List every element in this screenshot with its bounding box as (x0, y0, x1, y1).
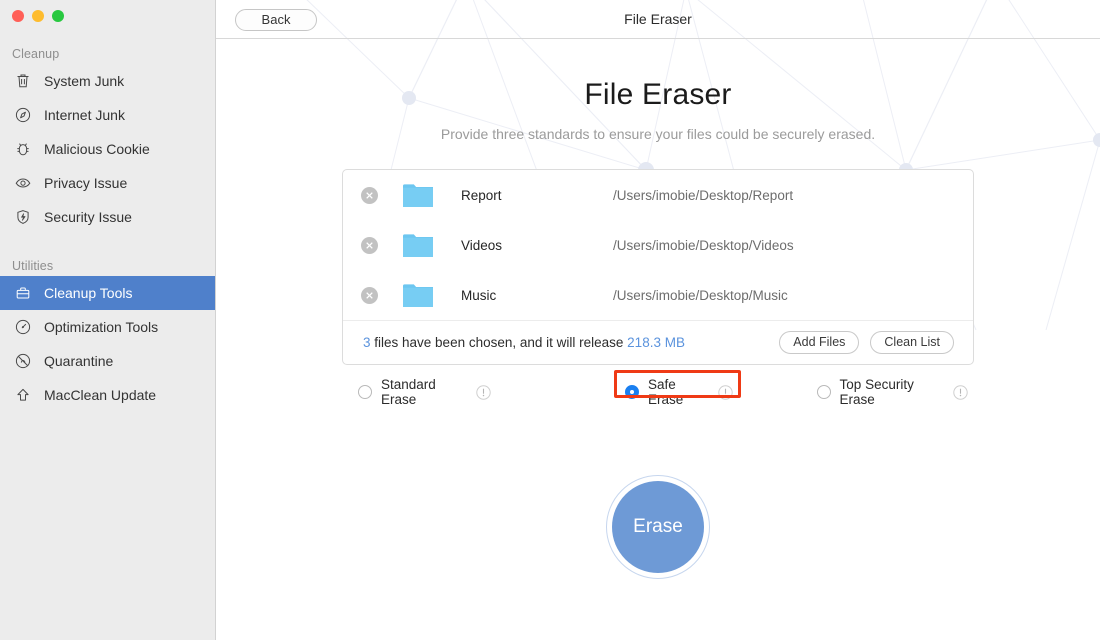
sidebar: Cleanup System Junk Internet Junk Malici… (0, 0, 216, 640)
eye-icon (14, 174, 32, 192)
status-mid-text: files have been chosen, and it will rele… (370, 335, 628, 350)
sidebar-item-quarantine[interactable]: Quarantine (0, 344, 215, 378)
radio-label: Standard Erase (381, 377, 436, 407)
radio-option-top-security-erase[interactable]: Top Security Erase (811, 373, 974, 411)
sidebar-item-system-junk[interactable]: System Junk (0, 64, 215, 98)
sidebar-item-optimization-tools[interactable]: Optimization Tools (0, 310, 215, 344)
file-name: Report (461, 187, 502, 203)
radio-option-safe-erase[interactable]: Safe Erase (614, 370, 742, 411)
zoom-button[interactable] (52, 10, 64, 22)
sidebar-group-cleanup-label: Cleanup (12, 47, 60, 61)
close-button[interactable] (12, 10, 24, 22)
page-subtitle: Provide three standards to ensure your f… (440, 126, 876, 142)
radio-label: Top Security Erase (839, 377, 914, 407)
radio-button[interactable] (358, 385, 372, 399)
clean-list-button[interactable]: Clean List (870, 331, 954, 354)
window-title: File Eraser (624, 11, 692, 27)
sidebar-item-internet-junk[interactable]: Internet Junk (0, 98, 215, 132)
radio-button[interactable] (625, 385, 640, 399)
folder-icon (403, 234, 433, 257)
info-circle-icon[interactable] (476, 384, 491, 400)
sidebar-item-label: System Junk (44, 73, 125, 89)
sidebar-item-cleanup-tools[interactable]: Cleanup Tools (0, 276, 215, 310)
remove-circle-icon[interactable] (361, 236, 378, 254)
file-path: /Users/imobie/Desktop/Music (613, 287, 788, 303)
sidebar-item-macclean-update[interactable]: MacClean Update (0, 378, 215, 412)
sidebar-group-utilities-label: Utilities (12, 259, 54, 273)
erase-options-row: Standard Erase Safe Erase Top Security E… (342, 370, 974, 407)
info-circle-icon[interactable] (953, 384, 968, 400)
sidebar-item-label: Internet Junk (44, 107, 125, 123)
sidebar-item-label: Quarantine (44, 353, 114, 369)
file-name: Videos (461, 237, 503, 253)
status-text: 3 files have been chosen, and it will re… (363, 335, 768, 350)
bug-icon (14, 140, 32, 158)
table-row[interactable]: Report /Users/imobie/Desktop/Report (343, 170, 973, 220)
file-count: 3 (363, 335, 371, 350)
window-traffic-lights (12, 10, 64, 22)
folder-icon (403, 184, 433, 207)
minimize-button[interactable] (32, 10, 44, 22)
sidebar-item-label: MacClean Update (44, 387, 157, 403)
page-title: File Eraser (584, 78, 732, 111)
file-path: /Users/imobie/Desktop/Videos (613, 237, 794, 253)
sidebar-item-security-issue[interactable]: Security Issue (0, 200, 215, 234)
main-content: Back File Eraser File Eraser Provide thr… (216, 0, 1100, 640)
add-files-button[interactable]: Add Files (779, 331, 860, 354)
sidebar-item-label: Cleanup Tools (44, 285, 133, 301)
remove-circle-icon[interactable] (361, 186, 378, 204)
shield-bolt-icon (14, 208, 32, 226)
file-list-panel: Report /Users/imobie/Desktop/Report Vide… (342, 169, 974, 365)
sidebar-item-label: Privacy Issue (44, 175, 128, 191)
sidebar-item-privacy-issue[interactable]: Privacy Issue (0, 166, 215, 200)
briefcase-icon (14, 284, 32, 302)
radio-label: Safe Erase (648, 377, 684, 407)
app-window: Cleanup System Junk Internet Junk Malici… (0, 0, 1100, 640)
release-size: 218.3 MB (627, 335, 685, 350)
erase-action: Erase (606, 475, 710, 579)
up-arrow-icon (14, 386, 32, 404)
file-panel-footer: 3 files have been chosen, and it will re… (343, 320, 973, 364)
compass-icon (14, 106, 32, 124)
sidebar-item-label: Malicious Cookie (44, 141, 150, 157)
sidebar-item-label: Security Issue (44, 209, 132, 225)
file-name: Music (461, 287, 497, 303)
sidebar-item-malicious-cookie[interactable]: Malicious Cookie (0, 132, 215, 166)
no-entry-icon (14, 352, 32, 370)
table-row[interactable]: Videos /Users/imobie/Desktop/Videos (343, 220, 973, 270)
folder-icon (403, 284, 433, 307)
remove-circle-icon[interactable] (361, 286, 378, 304)
radio-button[interactable] (816, 385, 831, 399)
radio-option-standard-erase[interactable]: Standard Erase (352, 373, 497, 411)
trash-icon (14, 72, 32, 90)
table-row[interactable]: Music /Users/imobie/Desktop/Music (343, 270, 973, 320)
sidebar-item-label: Optimization Tools (44, 319, 159, 335)
gauge-icon (14, 318, 32, 336)
file-path: /Users/imobie/Desktop/Report (613, 187, 794, 203)
titlebar: Back File Eraser (216, 0, 1100, 39)
info-circle-icon[interactable] (717, 384, 733, 400)
erase-button[interactable]: Erase (612, 481, 704, 573)
